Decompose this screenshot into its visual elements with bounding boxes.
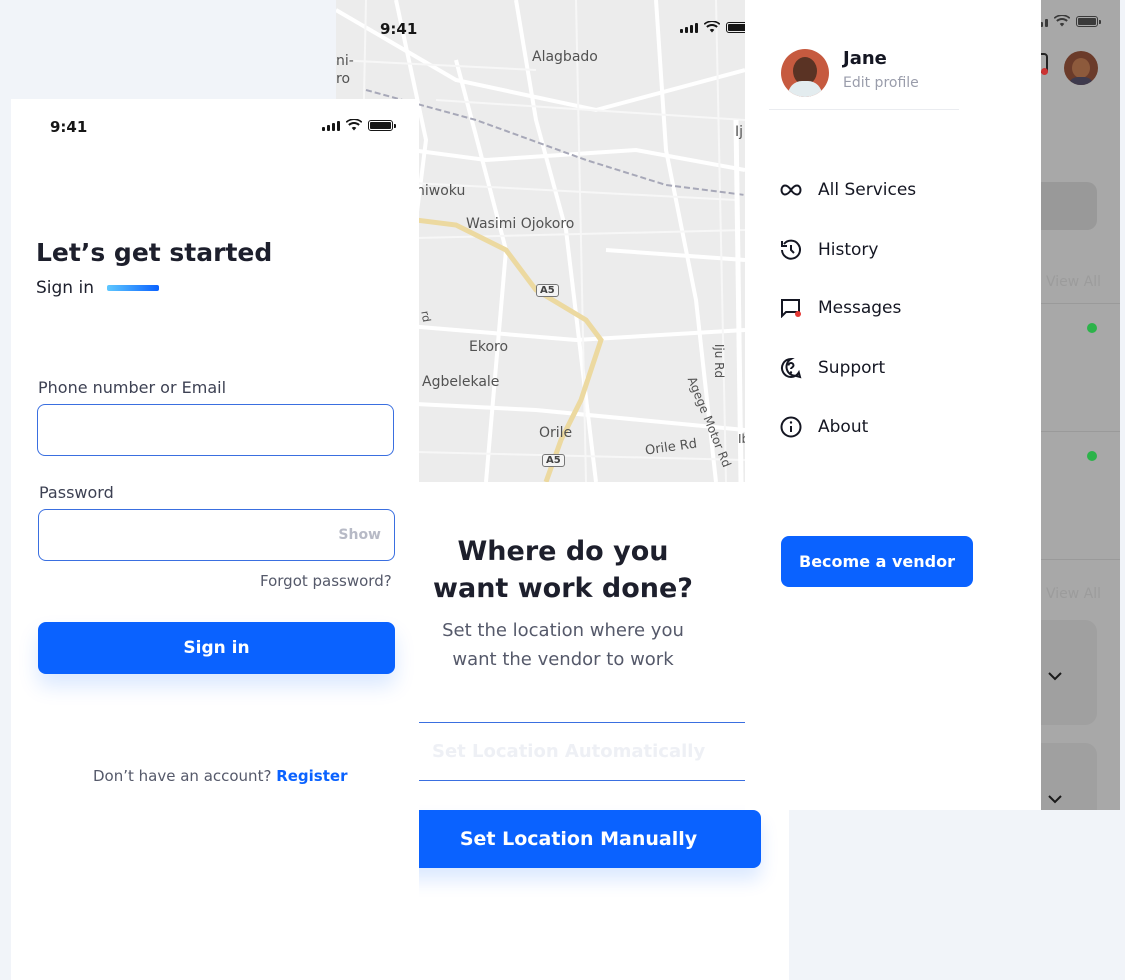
become-vendor-button[interactable]: Become a vendor — [781, 536, 973, 587]
menu-item-label: History — [818, 240, 879, 260]
map-label: rd — [418, 309, 434, 324]
home-screen-dimmed: View All View All — [1040, 0, 1120, 810]
phone-label: Phone number or Email — [38, 378, 227, 397]
register-link[interactable]: Register — [276, 767, 347, 785]
menu-item-support[interactable]: Support — [778, 357, 885, 379]
status-icons — [1040, 15, 1101, 27]
user-name: Jane — [843, 48, 887, 69]
edit-profile-link[interactable]: Edit profile — [843, 75, 919, 91]
status-icons — [322, 119, 396, 131]
battery-icon — [1076, 16, 1101, 27]
signal-icon — [1040, 19, 1048, 27]
signal-icon — [322, 121, 340, 131]
menu-item-all-services[interactable]: All Services — [778, 180, 916, 200]
location-heading: Where do you want work done? — [433, 533, 693, 607]
subtitle-line: Set the location where you — [442, 620, 684, 641]
wifi-icon — [1054, 15, 1070, 27]
subtitle-line: want the vendor to work — [452, 649, 674, 670]
phone-email-input[interactable] — [37, 404, 394, 456]
view-all-link[interactable]: View All — [1046, 586, 1101, 602]
battery-icon — [368, 120, 396, 131]
map-label: ro — [336, 71, 351, 87]
divider — [769, 109, 959, 110]
map-label: niwoku — [416, 183, 466, 199]
profile-avatar[interactable] — [781, 49, 829, 97]
online-dot — [1087, 323, 1097, 333]
highway-shield: A5 — [542, 454, 565, 467]
battery-icon — [726, 22, 745, 33]
no-account-text: Don’t have an account? — [93, 767, 272, 785]
chevron-down-icon — [1048, 672, 1062, 681]
button-label: Become a vendor — [799, 552, 955, 571]
status-icons — [680, 21, 745, 33]
infinity-icon — [778, 184, 804, 196]
password-field[interactable]: Show — [38, 509, 395, 561]
status-time: 9:41 — [380, 20, 418, 38]
online-dot — [1087, 451, 1097, 461]
status-time: 9:41 — [50, 118, 88, 136]
menu-item-messages[interactable]: Messages — [778, 298, 901, 318]
search-bar[interactable] — [1040, 182, 1097, 230]
button-label: Set Location Manually — [459, 828, 698, 850]
signin-button[interactable]: Sign in — [38, 622, 395, 674]
menu-item-about[interactable]: About — [778, 416, 868, 438]
view-all-link[interactable]: View All — [1046, 274, 1101, 290]
side-menu: Jane Edit profile All Services History M… — [745, 0, 1041, 810]
password-label: Password — [39, 483, 114, 502]
register-prompt: Don’t have an account? Register — [93, 767, 347, 785]
map-label: Iju Rd — [712, 343, 727, 379]
menu-item-history[interactable]: History — [778, 239, 878, 261]
map-label: Wasimi Ojokoro — [466, 216, 575, 232]
messages-icon — [778, 298, 804, 318]
accent-bar — [107, 285, 159, 291]
heading-line: want work done? — [433, 573, 693, 604]
map-label: Alagbado — [532, 49, 598, 65]
map-label: Orile — [539, 425, 573, 441]
wifi-icon — [704, 21, 720, 33]
set-location-manual-button[interactable]: Set Location Manually — [396, 810, 761, 868]
info-icon — [778, 416, 804, 438]
map-label: Ekoro — [469, 339, 509, 355]
divider — [1040, 303, 1120, 304]
menu-item-label: About — [818, 417, 869, 437]
map-label: Agbelekale — [422, 374, 500, 390]
page-subtitle: Sign in — [36, 278, 94, 298]
map-label: ni- — [336, 53, 354, 69]
menu-item-label: Support — [818, 358, 886, 378]
service-card[interactable] — [1040, 620, 1097, 725]
signin-screen: 9:41 Let’s get started Sign in Phone num… — [11, 99, 419, 980]
heading-line: Where do you — [457, 536, 669, 567]
highway-shield: A5 — [536, 284, 559, 297]
service-card[interactable] — [1040, 743, 1097, 810]
wifi-icon — [346, 119, 362, 131]
notification-dot — [1041, 68, 1048, 75]
menu-item-label: Messages — [818, 298, 902, 318]
set-location-auto-button[interactable]: Set Location Automatically — [396, 722, 745, 781]
map-label: Ij — [735, 124, 744, 140]
forgot-password-link[interactable]: Forgot password? — [260, 572, 392, 590]
show-password-toggle[interactable]: Show — [338, 527, 381, 543]
support-icon — [778, 357, 804, 379]
history-icon — [778, 239, 804, 261]
avatar[interactable] — [1064, 51, 1098, 85]
divider — [1040, 431, 1120, 432]
button-label: Sign in — [183, 638, 250, 658]
map-label: Ib — [738, 432, 745, 446]
signal-icon — [680, 23, 698, 33]
menu-item-label: All Services — [818, 180, 917, 200]
chevron-down-icon — [1048, 795, 1062, 804]
page-title: Let’s get started — [36, 238, 273, 267]
location-subtitle: Set the location where you want the vend… — [418, 616, 708, 674]
divider — [1040, 559, 1120, 560]
